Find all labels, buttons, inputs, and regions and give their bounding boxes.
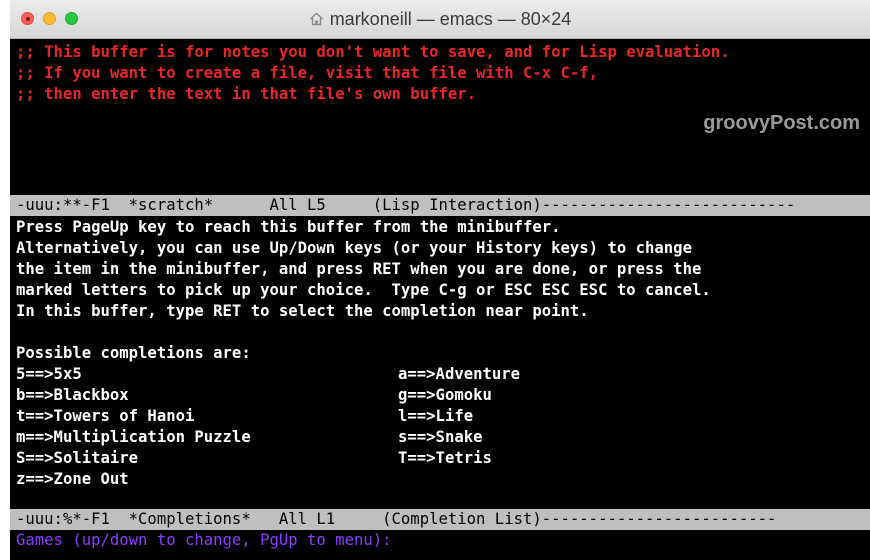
scratch-comment-line: ;; then enter the text in that file's ow… bbox=[16, 85, 477, 103]
completion-item[interactable]: m==>Multiplication Puzzle bbox=[16, 427, 251, 448]
completion-item[interactable]: l==>Life bbox=[398, 406, 473, 427]
minibuffer-prompt[interactable]: Games (up/down to change, PgUp to menu): bbox=[16, 530, 392, 551]
completion-item[interactable]: s==>Snake bbox=[398, 427, 483, 448]
window-title: markoneill — emacs — 80×24 bbox=[329, 8, 572, 29]
scratch-comment-line: ;; This buffer is for notes you don't wa… bbox=[16, 43, 730, 61]
help-line: Alternatively, you can use Up/Down keys … bbox=[16, 239, 692, 257]
help-line: In this buffer, type RET to select the c… bbox=[16, 302, 589, 320]
title-bar: markoneill — emacs — 80×24 bbox=[10, 0, 870, 39]
mode-line-text: -uuu:%*-F1 *Completions* All L1 (Complet… bbox=[16, 510, 777, 528]
mode-line-text: -uuu:**-F1 *scratch* All L5 (Lisp Intera… bbox=[16, 196, 796, 214]
completion-item[interactable]: T==>Tetris bbox=[398, 448, 492, 469]
help-line: Press PageUp key to reach this buffer fr… bbox=[16, 218, 561, 236]
mode-line-completions[interactable]: -uuu:%*-F1 *Completions* All L1 (Complet… bbox=[10, 509, 870, 530]
title-wrap: markoneill — emacs — 80×24 bbox=[10, 0, 870, 38]
completion-item[interactable]: z==>Zone Out bbox=[16, 469, 129, 490]
scratch-comment-line: ;; If you want to create a file, visit t… bbox=[16, 64, 599, 82]
completion-item[interactable]: t==>Towers of Hanoi bbox=[16, 406, 194, 427]
completion-item[interactable]: S==>Solitaire bbox=[16, 448, 138, 469]
possible-completions-heading: Possible completions are: bbox=[16, 344, 251, 362]
help-line: marked letters to pick up your choice. T… bbox=[16, 281, 711, 299]
completion-item[interactable]: 5==>5x5 bbox=[16, 364, 82, 385]
terminal-window: markoneill — emacs — 80×24 ;; This buffe… bbox=[10, 0, 870, 560]
home-icon bbox=[309, 12, 323, 26]
watermark: groovyPost.com bbox=[703, 112, 860, 134]
completion-item[interactable]: b==>Blackbox bbox=[16, 385, 129, 406]
help-line: the item in the minibuffer, and press RE… bbox=[16, 260, 702, 278]
completion-item[interactable]: g==>Gomoku bbox=[398, 385, 492, 406]
mode-line-scratch[interactable]: -uuu:**-F1 *scratch* All L5 (Lisp Intera… bbox=[10, 195, 870, 216]
completion-item[interactable]: a==>Adventure bbox=[398, 364, 520, 385]
